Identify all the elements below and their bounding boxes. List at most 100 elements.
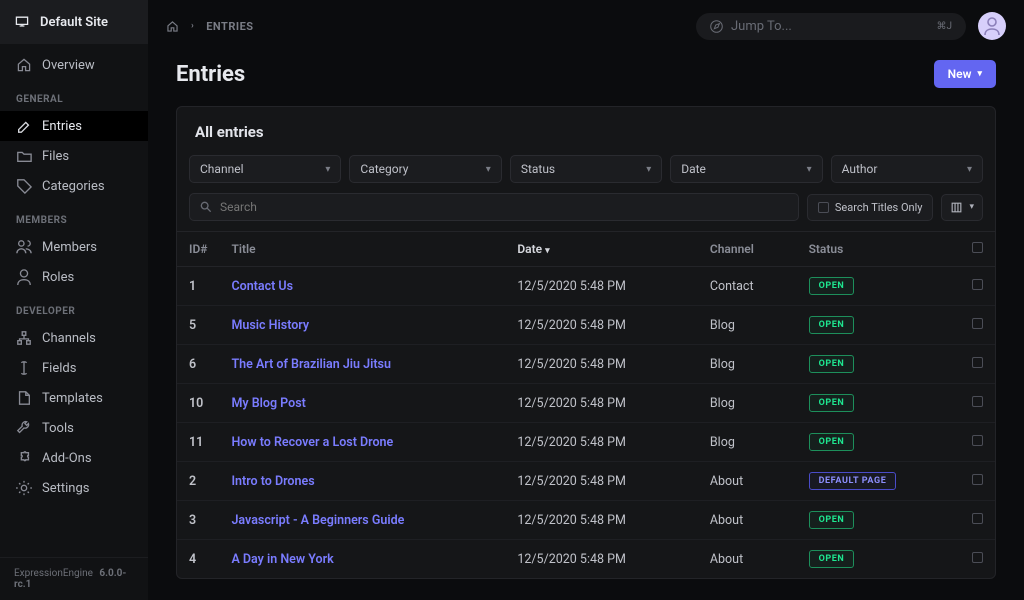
- status-badge: DEFAULT PAGE: [809, 472, 897, 490]
- entry-link[interactable]: A Day in New York: [231, 552, 333, 567]
- main: › ENTRIES Jump To... ⌘J Entries New ▾: [148, 0, 1024, 600]
- status-badge: OPEN: [809, 433, 855, 451]
- nav-categories[interactable]: Categories: [0, 171, 148, 201]
- users-icon: [16, 239, 32, 255]
- nav-tools[interactable]: Tools: [0, 413, 148, 443]
- entry-link[interactable]: Contact Us: [231, 279, 293, 294]
- col-channel[interactable]: Channel: [698, 232, 797, 267]
- cell-channel: About: [698, 501, 797, 540]
- entry-link[interactable]: Intro to Drones: [231, 474, 314, 489]
- entry-link[interactable]: How to Recover a Lost Drone: [231, 435, 393, 450]
- puzzle-icon: [16, 450, 32, 466]
- checkbox[interactable]: [818, 202, 829, 213]
- nav-entries[interactable]: Entries: [0, 111, 148, 141]
- cell-date: 12/5/2020 5:48 PM: [505, 540, 698, 579]
- nav-section-label: GENERAL: [0, 80, 148, 111]
- filter-date[interactable]: Date▾: [670, 155, 822, 183]
- panel-title: All entries: [177, 107, 995, 155]
- checkbox-all[interactable]: [972, 242, 983, 253]
- filter-category[interactable]: Category▾: [349, 155, 501, 183]
- row-checkbox[interactable]: [972, 279, 983, 290]
- nav-section-label: DEVELOPER: [0, 292, 148, 323]
- kbd-hint: ⌘J: [936, 21, 952, 32]
- cell-channel: Blog: [698, 345, 797, 384]
- cell-title: How to Recover a Lost Drone: [219, 423, 505, 462]
- cell-id: 6: [177, 345, 219, 384]
- filter-channel[interactable]: Channel▾: [189, 155, 341, 183]
- row-checkbox[interactable]: [972, 318, 983, 329]
- cell-status: OPEN: [797, 384, 959, 423]
- cell-id: 11: [177, 423, 219, 462]
- cell-status: OPEN: [797, 423, 959, 462]
- search-input[interactable]: [220, 200, 788, 214]
- site-name: Default Site: [40, 15, 108, 30]
- nav-addons[interactable]: Add-Ons: [0, 443, 148, 473]
- cell-channel: Blog: [698, 423, 797, 462]
- col-status[interactable]: Status: [797, 232, 959, 267]
- cell-check: [959, 384, 995, 423]
- col-check[interactable]: [959, 232, 995, 267]
- nav-section-label: MEMBERS: [0, 201, 148, 232]
- user-icon: [983, 17, 1001, 35]
- cell-status: OPEN: [797, 306, 959, 345]
- entries-table: ID# Title Date ▾ Channel Status 1 Contac…: [177, 231, 995, 578]
- nav: Overview GENERALEntriesFilesCategoriesME…: [0, 44, 148, 557]
- jump-menu[interactable]: Jump To... ⌘J: [696, 13, 966, 40]
- row-checkbox[interactable]: [972, 435, 983, 446]
- nav-members[interactable]: Members: [0, 232, 148, 262]
- row-checkbox[interactable]: [972, 513, 983, 524]
- col-date[interactable]: Date ▾: [505, 232, 698, 267]
- nav-overview[interactable]: Overview: [0, 50, 148, 80]
- nav-channels[interactable]: Channels: [0, 323, 148, 353]
- col-title[interactable]: Title: [219, 232, 505, 267]
- file-icon: [16, 390, 32, 406]
- table-row: 3 Javascript - A Beginners Guide 12/5/20…: [177, 501, 995, 540]
- tag-icon: [16, 178, 32, 194]
- cell-date: 12/5/2020 5:48 PM: [505, 423, 698, 462]
- table-row: 1 Contact Us 12/5/2020 5:48 PM Contact O…: [177, 267, 995, 306]
- row-checkbox[interactable]: [972, 357, 983, 368]
- status-badge: OPEN: [809, 316, 855, 334]
- chevron-down-icon: ▾: [807, 164, 812, 175]
- entry-link[interactable]: Javascript - A Beginners Guide: [231, 513, 404, 528]
- chevron-down-icon: ▾: [967, 164, 972, 175]
- monitor-icon: [14, 14, 30, 30]
- entry-link[interactable]: My Blog Post: [231, 396, 305, 411]
- breadcrumb: › ENTRIES: [166, 20, 254, 33]
- site-switcher[interactable]: Default Site: [0, 0, 148, 44]
- cell-channel: About: [698, 540, 797, 579]
- cell-check: [959, 267, 995, 306]
- table-row: 2 Intro to Drones 12/5/2020 5:48 PM Abou…: [177, 462, 995, 501]
- nav-templates[interactable]: Templates: [0, 383, 148, 413]
- cell-check: [959, 423, 995, 462]
- cell-check: [959, 540, 995, 579]
- row-checkbox[interactable]: [972, 396, 983, 407]
- col-id[interactable]: ID#: [177, 232, 219, 267]
- filter-author[interactable]: Author▾: [831, 155, 983, 183]
- nav-roles[interactable]: Roles: [0, 262, 148, 292]
- cell-title: My Blog Post: [219, 384, 505, 423]
- table-row: 11 How to Recover a Lost Drone 12/5/2020…: [177, 423, 995, 462]
- row-checkbox[interactable]: [972, 552, 983, 563]
- nav-files[interactable]: Files: [0, 141, 148, 171]
- columns-icon: [950, 201, 963, 214]
- cell-title: Music History: [219, 306, 505, 345]
- folder-icon: [16, 148, 32, 164]
- row-checkbox[interactable]: [972, 474, 983, 485]
- cell-id: 10: [177, 384, 219, 423]
- cell-status: OPEN: [797, 345, 959, 384]
- nav-settings[interactable]: Settings: [0, 473, 148, 503]
- entry-link[interactable]: The Art of Brazilian Jiu Jitsu: [231, 357, 390, 372]
- chevron-down-icon: ▾: [969, 202, 974, 212]
- chevron-down-icon: ▾: [325, 164, 330, 175]
- new-button[interactable]: New ▾: [934, 60, 996, 88]
- i-cursor-icon: [16, 360, 32, 376]
- cell-date: 12/5/2020 5:48 PM: [505, 267, 698, 306]
- filter-status[interactable]: Status▾: [510, 155, 662, 183]
- home-icon[interactable]: [166, 20, 179, 33]
- nav-fields[interactable]: Fields: [0, 353, 148, 383]
- search-titles-only[interactable]: Search Titles Only: [807, 194, 934, 221]
- column-picker[interactable]: ▾: [941, 194, 983, 221]
- avatar[interactable]: [978, 12, 1006, 40]
- entry-link[interactable]: Music History: [231, 318, 309, 333]
